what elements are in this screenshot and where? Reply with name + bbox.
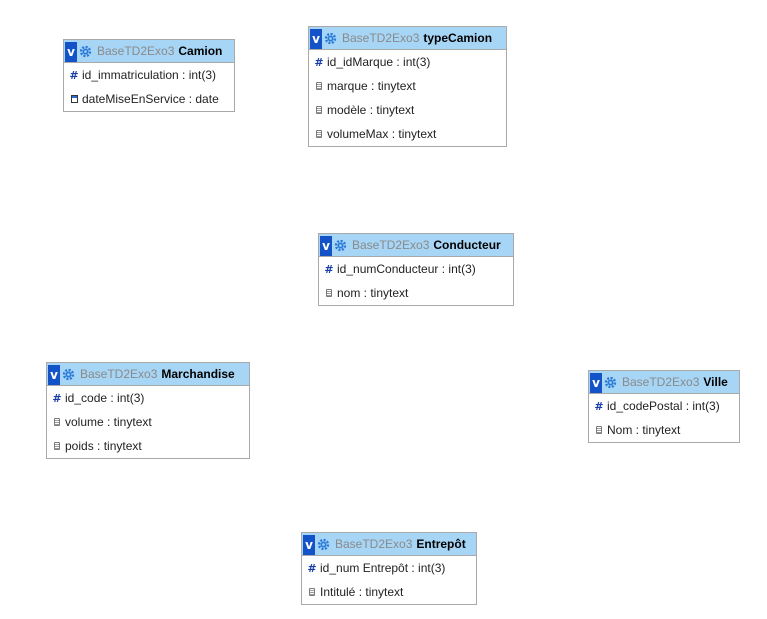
gear-icon [324, 32, 337, 44]
table-name: Entrepôt [416, 537, 466, 551]
table-entrepot[interactable]: v BaseTD2Exo3 Entrepôt # id_num Entrepôt … [301, 532, 477, 605]
database-name: BaseTD2Exo3 [352, 238, 430, 252]
gear-icon [62, 368, 75, 380]
column-row[interactable]: volumeMax : tinytext [309, 122, 506, 146]
table-conducteur[interactable]: v BaseTD2Exo3 Conducteur # id_numConducte… [318, 233, 514, 306]
collapse-toggle[interactable]: v [310, 28, 322, 49]
primary-key-icon: # [69, 68, 79, 82]
gear-icon [317, 538, 330, 550]
text-icon [314, 130, 324, 138]
column-row[interactable]: # id_num Entrepôt : int(3) [302, 556, 476, 580]
text-icon [307, 588, 317, 596]
column-row[interactable]: # id_idMarque : int(3) [309, 50, 506, 74]
table-header[interactable]: v BaseTD2Exo3 Camion [64, 40, 234, 63]
table-name: Conducteur [433, 238, 501, 252]
column-label: id_code : int(3) [65, 391, 145, 405]
column-row[interactable]: volume : tinytext [47, 410, 249, 434]
column-label: poids : tinytext [65, 439, 142, 453]
date-icon [69, 95, 79, 103]
text-icon [314, 106, 324, 114]
table-name: typeCamion [423, 31, 493, 45]
column-label: nom : tinytext [337, 286, 409, 300]
column-label: id_immatriculation : int(3) [82, 68, 217, 82]
column-label: id_idMarque : int(3) [327, 55, 431, 69]
gear-icon [334, 239, 347, 251]
column-row[interactable]: marque : tinytext [309, 74, 506, 98]
column-row[interactable]: Nom : tinytext [589, 418, 739, 442]
table-name: Camion [178, 44, 223, 58]
column-row[interactable]: nom : tinytext [319, 281, 513, 305]
column-label: marque : tinytext [327, 79, 416, 93]
collapse-toggle[interactable]: v [590, 372, 602, 393]
primary-key-icon: # [594, 399, 604, 413]
database-name: BaseTD2Exo3 [97, 44, 175, 58]
table-header[interactable]: v BaseTD2Exo3 Ville [589, 371, 739, 394]
collapse-toggle[interactable]: v [320, 235, 332, 256]
column-row[interactable]: # id_code : int(3) [47, 386, 249, 410]
table-header[interactable]: v BaseTD2Exo3 Marchandise [47, 363, 249, 386]
table-ville[interactable]: v BaseTD2Exo3 Ville # id_codePostal : int… [588, 370, 740, 443]
column-label: volumeMax : tinytext [327, 127, 437, 141]
column-label: Nom : tinytext [607, 423, 681, 437]
collapse-toggle[interactable]: v [303, 534, 315, 555]
column-label: dateMiseEnService : date [82, 92, 219, 106]
primary-key-icon: # [324, 262, 334, 276]
table-marchandise[interactable]: v BaseTD2Exo3 Marchandise # id_code : int… [46, 362, 250, 459]
primary-key-icon: # [314, 55, 324, 69]
primary-key-icon: # [307, 561, 317, 575]
collapse-toggle[interactable]: v [48, 364, 60, 385]
text-icon [52, 418, 62, 426]
column-row[interactable]: dateMiseEnService : date [64, 87, 234, 111]
table-name: Marchandise [161, 367, 235, 381]
table-header[interactable]: v BaseTD2Exo3 Entrepôt [302, 533, 476, 556]
column-row[interactable]: # id_codePostal : int(3) [589, 394, 739, 418]
table-name: Ville [703, 375, 728, 389]
column-row[interactable]: # id_numConducteur : int(3) [319, 257, 513, 281]
column-label: id_num Entrepôt : int(3) [320, 561, 446, 575]
database-name: BaseTD2Exo3 [335, 537, 413, 551]
column-label: id_numConducteur : int(3) [337, 262, 476, 276]
table-header[interactable]: v BaseTD2Exo3 Conducteur [319, 234, 513, 257]
primary-key-icon: # [52, 391, 62, 405]
collapse-toggle[interactable]: v [65, 41, 77, 62]
text-icon [594, 426, 604, 434]
text-icon [52, 442, 62, 450]
column-row[interactable]: poids : tinytext [47, 434, 249, 458]
column-label: modèle : tinytext [327, 103, 415, 117]
text-icon [324, 289, 334, 297]
column-label: Intitulé : tinytext [320, 585, 404, 599]
text-icon [314, 82, 324, 90]
database-name: BaseTD2Exo3 [80, 367, 158, 381]
gear-icon [79, 45, 92, 57]
database-name: BaseTD2Exo3 [342, 31, 420, 45]
column-row[interactable]: # id_immatriculation : int(3) [64, 63, 234, 87]
column-label: id_codePostal : int(3) [607, 399, 720, 413]
gear-icon [604, 376, 617, 388]
database-name: BaseTD2Exo3 [622, 375, 700, 389]
table-header[interactable]: v BaseTD2Exo3 typeCamion [309, 27, 506, 50]
column-row[interactable]: Intitulé : tinytext [302, 580, 476, 604]
table-camion[interactable]: v BaseTD2Exo3 Camion # id_immatriculation… [63, 39, 235, 112]
table-typecamion[interactable]: v BaseTD2Exo3 typeCamion # id_idMarque : … [308, 26, 507, 147]
column-row[interactable]: modèle : tinytext [309, 98, 506, 122]
column-label: volume : tinytext [65, 415, 152, 429]
